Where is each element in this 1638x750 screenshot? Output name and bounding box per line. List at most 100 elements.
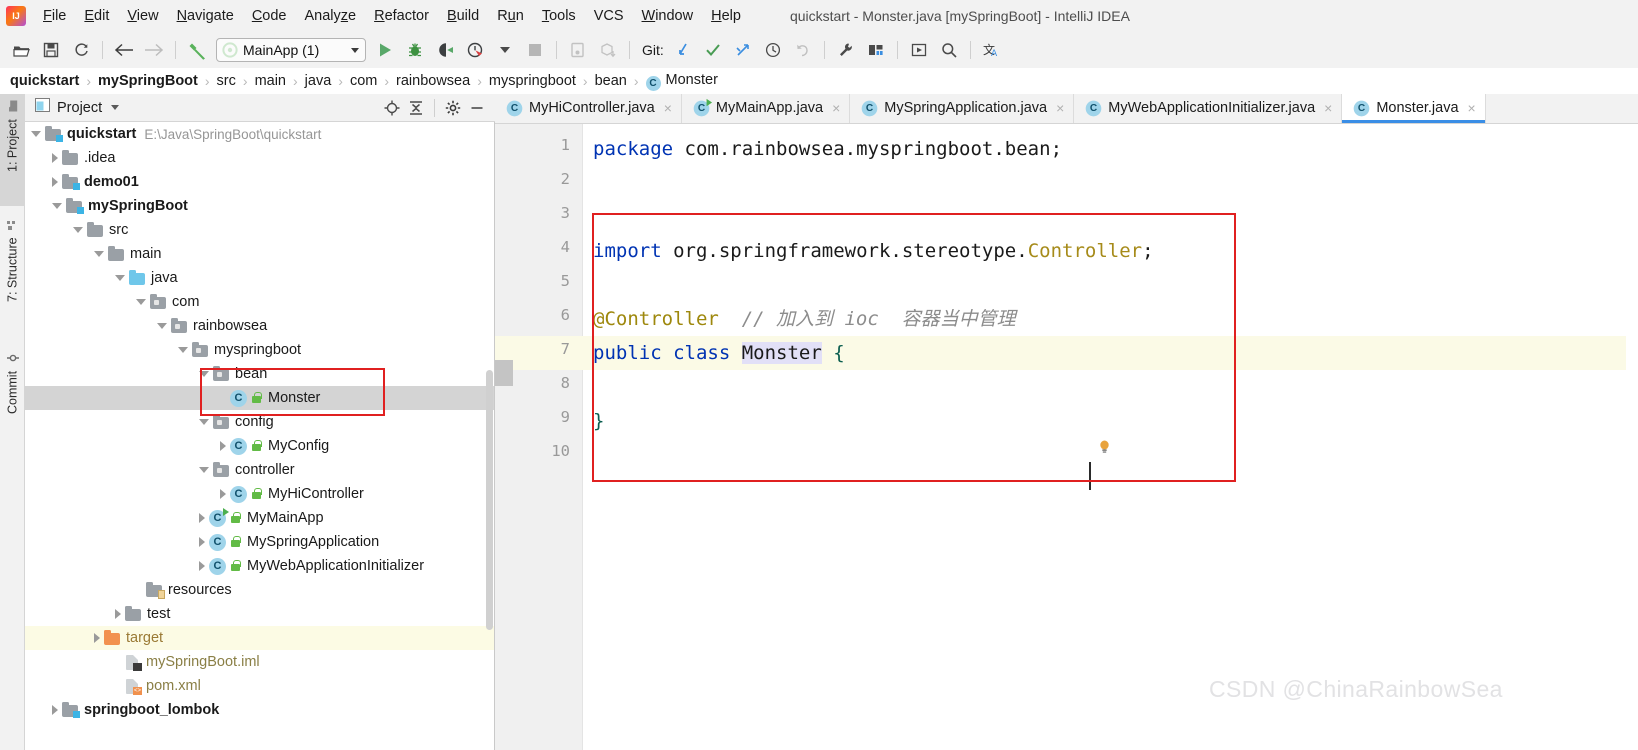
project-structure-icon[interactable]: [863, 37, 889, 63]
close-icon[interactable]: ×: [832, 100, 840, 116]
sync-refresh-icon[interactable]: [68, 37, 94, 63]
translate-icon[interactable]: 文A: [979, 37, 1005, 63]
tree-toggle-open-icon[interactable]: [94, 251, 104, 257]
tree-toggle-open-icon[interactable]: [115, 275, 125, 281]
breadcrumb-item-bean[interactable]: bean: [595, 73, 627, 89]
run-icon[interactable]: [372, 37, 398, 63]
tree-toggle-open-icon[interactable]: [199, 467, 209, 473]
breadcrumb-item-myspringboot[interactable]: mySpringBoot: [98, 73, 198, 89]
chevron-down-icon[interactable]: [351, 48, 359, 53]
search-everywhere-icon[interactable]: [936, 37, 962, 63]
breadcrumb-item-rainbowsea[interactable]: rainbowsea: [396, 73, 470, 89]
tree-node-myconfig[interactable]: CMyConfig: [25, 434, 494, 458]
tree-toggle-closed-icon[interactable]: [94, 633, 100, 643]
tree-toggle-open-icon[interactable]: [199, 371, 209, 377]
tree-node-resources[interactable]: resources: [25, 578, 494, 602]
tree-node-test[interactable]: test: [25, 602, 494, 626]
chevron-down-icon[interactable]: [492, 37, 518, 63]
menu-analyze[interactable]: Analyze: [296, 5, 366, 27]
run-configuration-selector[interactable]: MainApp (1): [216, 38, 366, 62]
tree-toggle-closed-icon[interactable]: [199, 513, 205, 523]
editor-tab-bar[interactable]: CMyHiController.java×CMyMainApp.java×CMy…: [495, 94, 1638, 124]
project-tree[interactable]: quickstartE:\Java\SpringBoot\quickstart.…: [25, 122, 495, 750]
tree-node-main[interactable]: main: [25, 242, 494, 266]
tree-node-myspringboot-iml[interactable]: mySpringBoot.iml: [25, 650, 494, 674]
tree-toggle-closed-icon[interactable]: [199, 537, 205, 547]
breadcrumb-item-monster[interactable]: CMonster: [646, 72, 718, 91]
tree-toggle-open-icon[interactable]: [157, 323, 167, 329]
tree-node-myspringboot[interactable]: mySpringBoot: [25, 194, 494, 218]
tree-node-src[interactable]: src: [25, 218, 494, 242]
tree-node-target[interactable]: target: [25, 626, 494, 650]
tree-toggle-closed-icon[interactable]: [220, 489, 226, 499]
close-icon[interactable]: ×: [1324, 100, 1332, 116]
run-with-coverage-icon[interactable]: [432, 37, 458, 63]
sidebar-item-commit[interactable]: Commit: [0, 346, 25, 456]
breadcrumb-item-myspringboot[interactable]: myspringboot: [489, 73, 576, 89]
close-icon[interactable]: ×: [1468, 100, 1476, 116]
tree-node-mywebapplicationinitializer[interactable]: CMyWebApplicationInitializer: [25, 554, 494, 578]
tree-toggle-open-icon[interactable]: [199, 419, 209, 425]
tree-toggle-closed-icon[interactable]: [52, 153, 58, 163]
menu-view[interactable]: View: [118, 5, 167, 27]
tree-node-config[interactable]: config: [25, 410, 494, 434]
menu-vcs[interactable]: VCS: [585, 5, 633, 27]
menu-tools[interactable]: Tools: [533, 5, 585, 27]
breadcrumb-item-quickstart[interactable]: quickstart: [10, 73, 79, 89]
breadcrumb-item-src[interactable]: src: [217, 73, 236, 89]
tree-toggle-open-icon[interactable]: [73, 227, 83, 233]
menu-navigate[interactable]: Navigate: [168, 5, 243, 27]
menu-build[interactable]: Build: [438, 5, 488, 27]
tree-node-quickstart[interactable]: quickstartE:\Java\SpringBoot\quickstart: [25, 122, 494, 146]
locate-target-icon[interactable]: [380, 96, 404, 120]
forward-arrow-icon[interactable]: [141, 37, 167, 63]
editor-gutter[interactable]: 12345678910: [495, 124, 583, 750]
menu-window[interactable]: Window: [633, 5, 703, 27]
tree-toggle-open-icon[interactable]: [31, 131, 41, 137]
chevron-down-icon[interactable]: [111, 105, 119, 110]
tree-node-myhicontroller[interactable]: CMyHiController: [25, 482, 494, 506]
history-icon[interactable]: [760, 37, 786, 63]
tree-node-myspringboot[interactable]: myspringboot: [25, 338, 494, 362]
tree-node-monster[interactable]: CMonster: [25, 386, 494, 410]
tree-node-demo01[interactable]: demo01: [25, 170, 494, 194]
code-text[interactable]: package com.rainbowsea.myspringboot.bean…: [583, 124, 1638, 750]
close-icon[interactable]: ×: [1056, 100, 1064, 116]
tree-toggle-open-icon[interactable]: [178, 347, 188, 353]
tree-node--idea[interactable]: .idea: [25, 146, 494, 170]
tree-toggle-closed-icon[interactable]: [199, 561, 205, 571]
select-in-icon[interactable]: [906, 37, 932, 63]
editor-scrollbar[interactable]: [1626, 248, 1638, 750]
tree-node-springboot-lombok[interactable]: springboot_lombok: [25, 698, 494, 722]
menu-help[interactable]: Help: [702, 5, 750, 27]
commit-check-icon[interactable]: [700, 37, 726, 63]
tree-node-com[interactable]: com: [25, 290, 494, 314]
build-hammer-icon[interactable]: [184, 37, 210, 63]
tree-node-mymainapp[interactable]: CMyMainApp: [25, 506, 494, 530]
tree-node-pom-xml[interactable]: <>pom.xml: [25, 674, 494, 698]
menu-file[interactable]: File: [34, 5, 75, 27]
update-project-icon[interactable]: [670, 37, 696, 63]
sidebar-item-structure[interactable]: 7: Structure: [0, 212, 25, 340]
menu-refactor[interactable]: Refactor: [365, 5, 438, 27]
menu-run[interactable]: Run: [488, 5, 533, 27]
tree-toggle-closed-icon[interactable]: [52, 177, 58, 187]
back-arrow-icon[interactable]: [111, 37, 137, 63]
debug-icon[interactable]: [402, 37, 428, 63]
tree-toggle-open-icon[interactable]: [52, 203, 62, 209]
editor-tab-myspringapplication-java[interactable]: CMySpringApplication.java×: [850, 94, 1074, 123]
editor-tab-mymainapp-java[interactable]: CMyMainApp.java×: [682, 94, 850, 123]
settings-gear-icon[interactable]: [441, 96, 465, 120]
breadcrumb-item-java[interactable]: java: [305, 73, 332, 89]
editor-tab-myhicontroller-java[interactable]: CMyHiController.java×: [495, 94, 682, 123]
breadcrumb-item-main[interactable]: main: [255, 73, 286, 89]
intention-bulb-icon[interactable]: [1099, 440, 1110, 454]
save-all-icon[interactable]: [38, 37, 64, 63]
menu-edit[interactable]: Edit: [75, 5, 118, 27]
code-editor[interactable]: 12345678910 package com.rainbowsea.myspr…: [495, 124, 1638, 750]
menu-code[interactable]: Code: [243, 5, 296, 27]
open-folder-icon[interactable]: [8, 37, 34, 63]
push-icon[interactable]: [730, 37, 756, 63]
editor-tab-mywebapplicationinitializer-java[interactable]: CMyWebApplicationInitializer.java×: [1074, 94, 1342, 123]
sidebar-item-project[interactable]: 1: Project: [0, 94, 25, 206]
